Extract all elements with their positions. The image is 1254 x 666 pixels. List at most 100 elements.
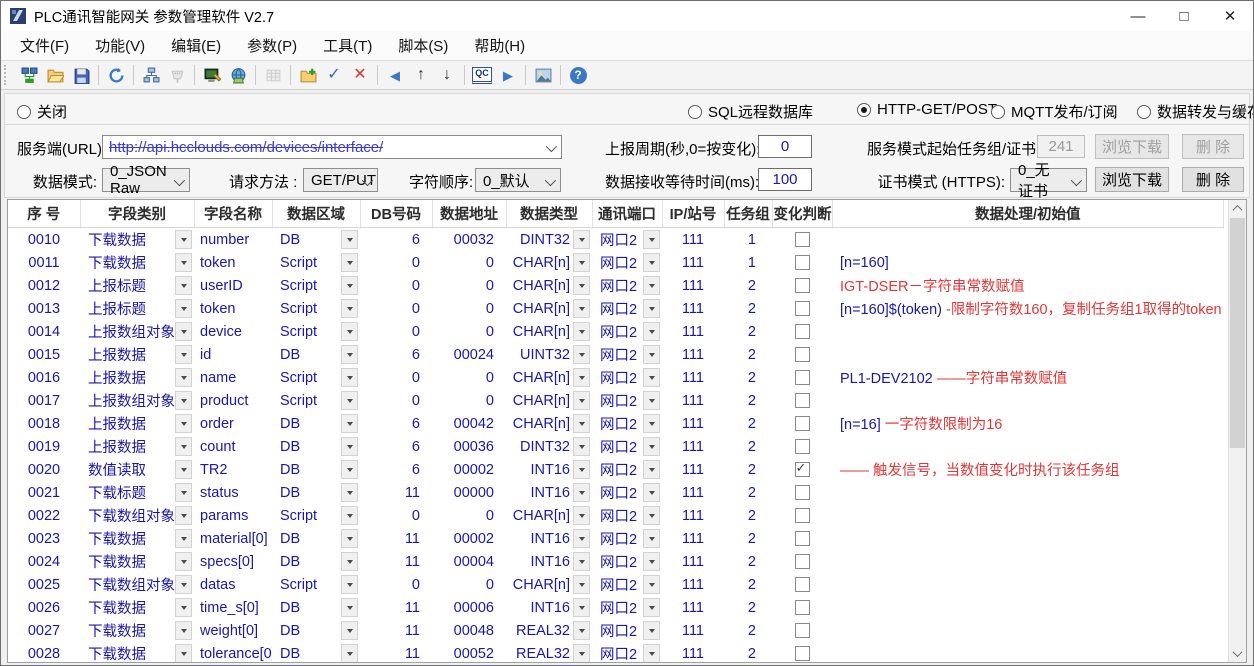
cell-dropdown-button[interactable] [341, 437, 358, 456]
cell-col-8[interactable]: 111 [662, 596, 724, 619]
change-detect-checkbox[interactable] [795, 393, 810, 408]
cell-dropdown-button[interactable] [643, 437, 660, 456]
cell-col-4[interactable]: 0 [360, 297, 432, 320]
cell-dropdown-button[interactable] [341, 552, 358, 571]
cell-dropdown-button[interactable] [573, 621, 590, 640]
table-row[interactable]: 0019上报数据countDB600036DINT32网口21112 [8, 435, 1224, 458]
change-detect-checkbox[interactable] [795, 600, 810, 615]
cell-col-6[interactable]: CHAR[n] [506, 366, 592, 389]
cell-col-7[interactable]: 网口2 [592, 435, 662, 458]
cell-col-10[interactable] [772, 481, 832, 504]
mode-radio-3[interactable]: MQTT发布/订阅 [991, 101, 1118, 122]
menu-item-5[interactable]: 脚本(S) [385, 31, 461, 60]
arrow-down-icon[interactable]: ↓ [435, 63, 459, 87]
cell-col-9[interactable]: 2 [724, 297, 772, 320]
cell-dropdown-button[interactable] [175, 253, 192, 272]
cell-col-8[interactable]: 111 [662, 619, 724, 642]
cell-col-5[interactable]: 0 [432, 504, 506, 527]
cell-col-2[interactable]: token [194, 297, 272, 320]
cell-dropdown-button[interactable] [175, 598, 192, 617]
cell-dropdown-button[interactable] [341, 391, 358, 410]
column-header-6[interactable]: 数据类型 [506, 200, 592, 228]
column-header-5[interactable]: 数据地址 [432, 200, 506, 228]
cell-dropdown-button[interactable] [341, 345, 358, 364]
scroll-up-icon[interactable] [1229, 200, 1246, 217]
cell-col-6[interactable]: INT16 [506, 481, 592, 504]
cell-col-5[interactable]: 00048 [432, 619, 506, 642]
cell-col-6[interactable]: INT16 [506, 596, 592, 619]
cell-col-1[interactable]: 下载数据 [80, 596, 194, 619]
cell-col-2[interactable]: datas [194, 573, 272, 596]
cell-col-6[interactable]: CHAR[n] [506, 573, 592, 596]
cell-col-10[interactable] [772, 412, 832, 435]
cell-col-5[interactable]: 00052 [432, 642, 506, 663]
cell-col-9[interactable]: 2 [724, 550, 772, 573]
cell-col-7[interactable]: 网口2 [592, 274, 662, 297]
cell-col-11[interactable]: [n=160]$(token) -限制字符数160，复制任务组1取得的token [832, 297, 1224, 320]
cell-dropdown-button[interactable] [573, 575, 590, 594]
cell-col-0[interactable]: 0023 [8, 527, 80, 550]
cell-col-7[interactable]: 网口2 [592, 366, 662, 389]
cell-col-4[interactable]: 6 [360, 343, 432, 366]
cell-col-4[interactable]: 0 [360, 504, 432, 527]
cell-col-7[interactable]: 网口2 [592, 619, 662, 642]
cell-dropdown-button[interactable] [175, 391, 192, 410]
cell-dropdown-button[interactable] [573, 414, 590, 433]
cell-col-4[interactable]: 11 [360, 642, 432, 663]
cell-dropdown-button[interactable] [341, 529, 358, 548]
cell-dropdown-button[interactable] [573, 598, 590, 617]
cell-col-5[interactable]: 00002 [432, 458, 506, 481]
cell-dropdown-button[interactable] [341, 506, 358, 525]
cell-col-5[interactable]: 00024 [432, 343, 506, 366]
cell-col-1[interactable]: 下载数据 [80, 619, 194, 642]
cert-mode-dropdown[interactable]: 0_无证书 [1010, 168, 1087, 192]
cell-col-8[interactable]: 111 [662, 642, 724, 663]
column-header-8[interactable]: IP/站号 [662, 200, 724, 228]
cell-col-0[interactable]: 0011 [8, 251, 80, 274]
cell-col-2[interactable]: specs[0] [194, 550, 272, 573]
cell-col-4[interactable]: 11 [360, 550, 432, 573]
cell-col-9[interactable]: 2 [724, 435, 772, 458]
scrollbar-thumb[interactable] [1230, 218, 1245, 448]
cell-dropdown-button[interactable] [643, 621, 660, 640]
cell-col-9[interactable]: 2 [724, 527, 772, 550]
cell-col-11[interactable]: [n=160] [832, 251, 1224, 274]
cell-dropdown-button[interactable] [643, 414, 660, 433]
cell-col-4[interactable]: 0 [360, 274, 432, 297]
table-row[interactable]: 0021下载标题statusDB1100000INT16网口21112 [8, 481, 1224, 504]
toolbar-grip[interactable] [4, 65, 11, 85]
cell-dropdown-button[interactable] [643, 506, 660, 525]
table-row[interactable]: 0010下载数据numberDB600032DINT32网口21111 [8, 228, 1224, 252]
refresh-icon[interactable] [104, 63, 128, 87]
run-play-icon[interactable]: ▶ [496, 63, 520, 87]
cell-col-11[interactable] [832, 619, 1224, 642]
monitor-edit-icon[interactable] [200, 63, 224, 87]
change-detect-checkbox[interactable] [795, 278, 810, 293]
cell-col-3[interactable]: DB [272, 550, 360, 573]
table-row[interactable]: 0011下载数据tokenScript00CHAR[n]网口21111[n=16… [8, 251, 1224, 274]
cell-col-5[interactable]: 00004 [432, 550, 506, 573]
table-row[interactable]: 0018上报数据orderDB600042CHAR[n]网口21112[n=16… [8, 412, 1224, 435]
cell-col-0[interactable]: 0016 [8, 366, 80, 389]
cell-dropdown-button[interactable] [175, 529, 192, 548]
cell-col-10[interactable] [772, 228, 832, 252]
cell-col-8[interactable]: 111 [662, 297, 724, 320]
cell-dropdown-button[interactable] [175, 437, 192, 456]
arrow-up-icon[interactable]: ↑ [409, 63, 433, 87]
cell-col-1[interactable]: 上报数据 [80, 366, 194, 389]
qc-barcode-icon[interactable]: QC [470, 63, 494, 87]
change-detect-checkbox[interactable] [795, 232, 810, 247]
cell-col-6[interactable]: CHAR[n] [506, 504, 592, 527]
cell-col-2[interactable]: TR2 [194, 458, 272, 481]
cell-col-1[interactable]: 上报数据 [80, 435, 194, 458]
cell-col-0[interactable]: 0021 [8, 481, 80, 504]
cell-col-5[interactable]: 0 [432, 366, 506, 389]
cell-dropdown-button[interactable] [175, 644, 192, 663]
change-detect-checkbox[interactable] [795, 485, 810, 500]
cell-dropdown-button[interactable] [341, 460, 358, 479]
cell-col-4[interactable]: 11 [360, 481, 432, 504]
cell-col-0[interactable]: 0012 [8, 274, 80, 297]
cell-col-10[interactable] [772, 619, 832, 642]
cell-col-7[interactable]: 网口2 [592, 527, 662, 550]
cell-col-1[interactable]: 上报数据 [80, 412, 194, 435]
